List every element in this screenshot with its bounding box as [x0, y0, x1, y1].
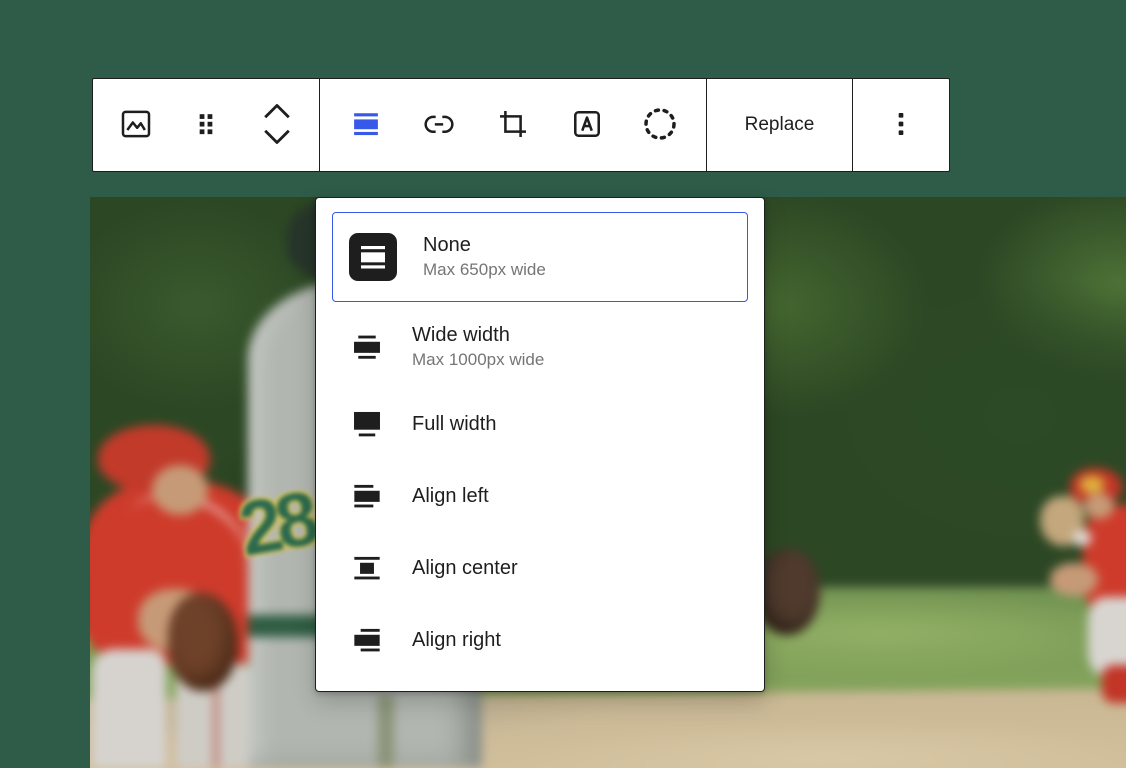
options-button[interactable]	[873, 83, 929, 167]
menu-item-text: None Max 650px wide	[423, 232, 546, 282]
photo-left-player-face	[152, 465, 208, 515]
menu-item-label: Align center	[412, 555, 518, 582]
menu-item-text: Full width	[412, 411, 496, 438]
menu-item-text: Wide width Max 1000px wide	[412, 322, 544, 372]
block-mover	[249, 83, 305, 167]
menu-item-align-left[interactable]: Align left	[332, 460, 748, 532]
align-dropdown-menu: None Max 650px wide Wide width Max 1000p…	[315, 197, 765, 692]
photo-right-player-arm	[1050, 563, 1098, 596]
align-wide-icon	[348, 328, 386, 366]
menu-item-text: Align center	[412, 555, 518, 582]
menu-item-description: Max 650px wide	[423, 259, 546, 282]
more-vertical-icon	[881, 104, 921, 147]
menu-item-align-right[interactable]: Align right	[332, 604, 748, 676]
align-button[interactable]	[338, 83, 394, 167]
photo-left-player-leg	[92, 649, 166, 768]
crop-icon	[494, 105, 532, 146]
photo-right-player-face	[1084, 493, 1114, 519]
image-block-button[interactable]	[108, 83, 164, 167]
menu-item-text: Align left	[412, 483, 489, 510]
menu-item-text: Align right	[412, 627, 501, 654]
align-right-icon	[348, 621, 386, 659]
align-left-icon	[348, 477, 386, 515]
menu-item-align-center[interactable]: Align center	[332, 532, 748, 604]
photo-center-player-leg-gap	[378, 695, 394, 768]
toolbar-options-group	[853, 79, 949, 171]
move-up-button[interactable]	[255, 99, 299, 125]
photo-jersey-number: 28	[233, 475, 320, 573]
menu-item-wide-width[interactable]: Wide width Max 1000px wide	[332, 306, 748, 388]
toolbar-format-group	[320, 79, 707, 171]
menu-item-label: None	[423, 232, 546, 259]
align-none-icon	[349, 233, 397, 281]
photo-left-player-glove	[168, 593, 238, 691]
menu-item-full-width[interactable]: Full width	[332, 388, 748, 460]
menu-item-label: Align right	[412, 627, 501, 654]
move-up-icon	[258, 100, 296, 125]
crop-button[interactable]	[485, 83, 541, 167]
photo-right-player-wristband	[1073, 530, 1091, 546]
menu-item-label: Wide width	[412, 322, 544, 349]
photo-right-player-pants	[1088, 597, 1126, 675]
image-block-icon	[116, 104, 156, 147]
toolbar-block-group	[93, 79, 320, 171]
photo-right-player-sock	[1102, 665, 1126, 703]
duotone-filter-button[interactable]	[632, 83, 688, 167]
link-button[interactable]	[411, 83, 467, 167]
drag-handle-icon	[187, 105, 225, 146]
move-down-icon	[258, 126, 296, 151]
menu-item-label: Full width	[412, 411, 496, 438]
move-down-button[interactable]	[255, 125, 299, 151]
text-overlay-button[interactable]	[559, 83, 615, 167]
align-center-icon	[348, 549, 386, 587]
align-none-icon	[347, 105, 385, 146]
text-overlay-icon	[568, 105, 606, 146]
menu-item-align-none[interactable]: None Max 650px wide	[332, 212, 748, 302]
photo-right-player-cap-logo	[1080, 476, 1104, 493]
toolbar-replace-group: Replace	[707, 79, 853, 171]
replace-button[interactable]: Replace	[731, 104, 829, 146]
align-full-icon	[348, 405, 386, 443]
menu-item-label: Align left	[412, 483, 489, 510]
menu-item-description: Max 1000px wide	[412, 349, 544, 372]
duotone-filter-icon	[639, 103, 681, 148]
link-icon	[419, 104, 459, 147]
block-toolbar: Replace	[92, 78, 950, 172]
drag-handle[interactable]	[178, 83, 234, 167]
